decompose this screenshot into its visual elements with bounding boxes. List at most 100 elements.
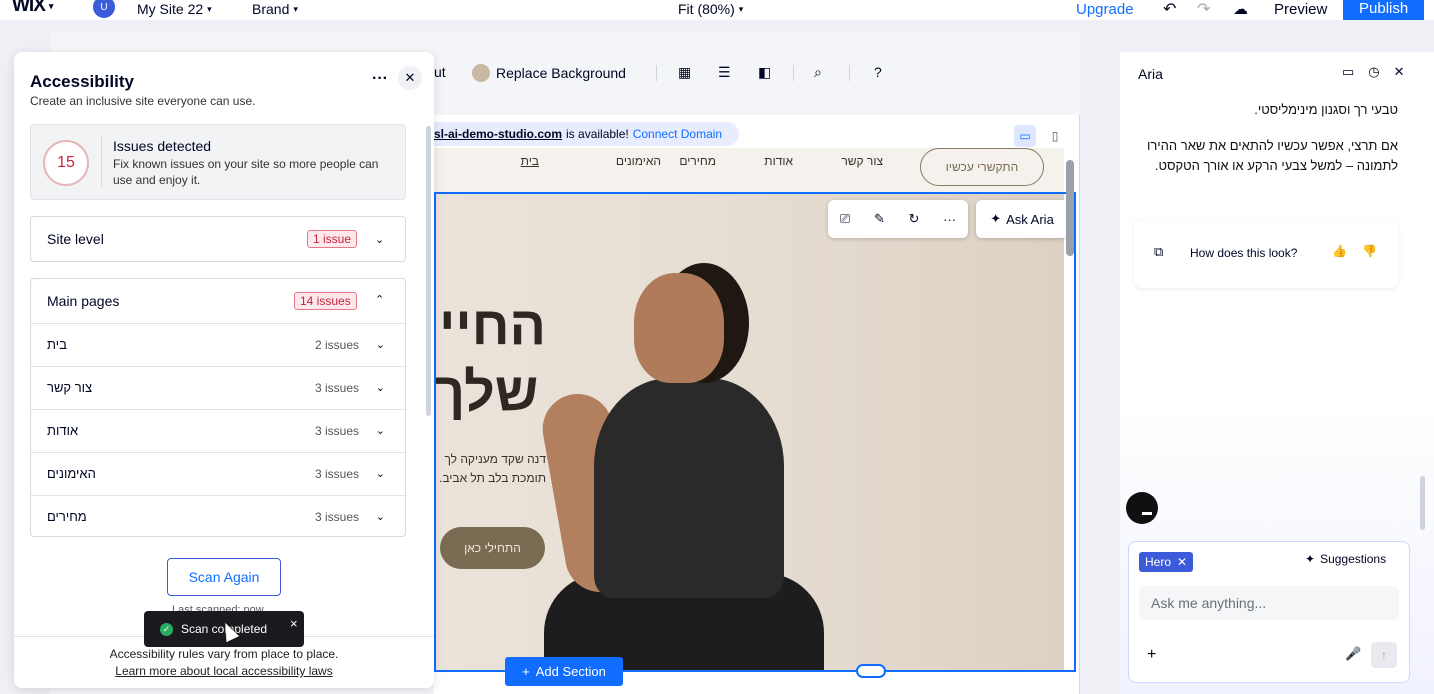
checkmark-icon: ✓ <box>160 622 173 636</box>
divider <box>101 135 102 187</box>
hero-title-line2: שלך <box>434 362 539 422</box>
nav-trainings[interactable]: האימונים <box>616 154 661 168</box>
chevron-down-icon[interactable]: ⌄ <box>375 233 384 246</box>
chevron-down-icon[interactable]: ⌄ <box>376 381 385 394</box>
panel-title: Accessibility <box>30 72 134 91</box>
wix-logo[interactable]: WIX ▾ <box>12 0 53 16</box>
aria-scrollbar[interactable] <box>1420 476 1425 530</box>
zoom-menu[interactable]: Fit (80%) ▾ <box>678 0 743 18</box>
domain-banner: sl-ai-demo-studio.com is available! Conn… <box>434 122 739 146</box>
chevron-up-icon[interactable]: ⌃ <box>375 293 384 306</box>
issues-description: Fix known issues on your site so more pe… <box>113 157 379 187</box>
hero-start-button[interactable]: התחילי כאן <box>440 527 545 569</box>
undo-icon[interactable]: ↶ <box>1163 0 1176 18</box>
send-icon[interactable]: ↑ <box>1371 642 1397 668</box>
chevron-down-icon: ▾ <box>738 3 744 14</box>
chevron-down-icon[interactable]: ⌄ <box>376 424 385 437</box>
context-chip[interactable]: Hero ✕ <box>1139 552 1194 572</box>
history-icon[interactable]: ◷ <box>1368 64 1379 80</box>
nav-contact[interactable]: צור קשר <box>841 154 883 168</box>
toolbar-divider <box>656 65 657 81</box>
page-name: בית <box>47 337 67 352</box>
hero-subtitle[interactable]: דנה שקד מעניקה לך תומכת בלב תל אביב. <box>434 450 546 488</box>
regenerate-icon[interactable]: ↻ <box>909 211 920 227</box>
chat-composer: Hero ✕ ✦ Suggestions + 🎤 ↑ <box>1128 541 1410 683</box>
paint-roller-icon[interactable]: ⎚ <box>840 211 850 227</box>
chevron-down-icon[interactable]: ⌄ <box>376 467 385 480</box>
status-badge: 1 issue <box>307 230 358 248</box>
page-issue-count: 3 issues <box>314 467 359 481</box>
nav-about[interactable]: אודות <box>764 154 793 168</box>
feedback-question: How does this look? <box>1190 246 1298 260</box>
chevron-down-icon: ▾ <box>48 0 53 11</box>
toolbar-divider <box>793 65 794 81</box>
list-item[interactable]: אודות 3 issues ⌄ <box>31 409 405 452</box>
status-badge: 14 issues <box>294 292 357 310</box>
ask-input[interactable] <box>1139 586 1399 620</box>
chevron-down-icon[interactable]: ⌄ <box>376 510 385 523</box>
checker-pattern-icon[interactable]: ▦ <box>678 64 691 81</box>
zoom-label: Fit (80%) <box>678 1 735 17</box>
issues-title: Issues detected <box>113 138 212 154</box>
magic-wand-icon[interactable]: ✎ <box>874 211 885 227</box>
floating-tools: ⎚ ✎ ↻ ··· <box>828 200 968 238</box>
list-item[interactable]: בית 2 issues ⌄ <box>31 323 405 366</box>
mobile-icon[interactable]: ▯ <box>1044 125 1066 147</box>
chevron-down-icon[interactable]: ⌄ <box>376 338 385 351</box>
accessibility-laws-link[interactable]: Learn more about local accessibility law… <box>14 664 434 678</box>
panel-scrollbar[interactable] <box>426 126 431 416</box>
suggestions-label: Suggestions <box>1320 552 1387 566</box>
page-name: צור קשר <box>47 380 93 395</box>
nav-prices[interactable]: מחירים <box>679 154 716 168</box>
brand-menu[interactable]: Brand ▾ <box>252 0 298 18</box>
preview-button[interactable]: Preview <box>1274 0 1327 18</box>
layers-icon[interactable]: ☰ <box>718 64 731 81</box>
close-icon[interactable]: × <box>290 616 298 631</box>
close-icon[interactable]: ✕ <box>398 66 422 90</box>
desktop-icon[interactable]: ▭ <box>1014 125 1036 147</box>
more-options-icon[interactable]: ··· <box>372 70 388 88</box>
aria-header-actions: ▭ ◷ ✕ <box>1342 64 1405 80</box>
page-issue-count: 3 issues <box>314 381 359 395</box>
cta-call-button[interactable]: התקשרי עכשיו <box>920 148 1044 186</box>
site-name-menu[interactable]: My Site 22 ▾ <box>137 0 212 18</box>
plus-icon[interactable]: + <box>1147 646 1156 664</box>
adjust-icon[interactable]: ◧ <box>758 64 771 81</box>
section-resize-handle[interactable] <box>856 664 886 678</box>
nav-home[interactable]: בית <box>521 154 539 168</box>
microphone-icon[interactable]: 🎤 <box>1345 646 1361 662</box>
list-item[interactable]: האימונים 3 issues ⌄ <box>31 452 405 495</box>
thumbs-up-icon[interactable]: 👍 <box>1332 244 1347 258</box>
domain-name[interactable]: sl-ai-demo-studio.com <box>434 127 562 141</box>
thumbs-down-icon[interactable]: 👎 <box>1362 244 1377 258</box>
list-item[interactable]: צור קשר 3 issues ⌄ <box>31 366 405 409</box>
magic-search-icon[interactable]: ⌕ <box>814 64 822 81</box>
connect-domain-link[interactable]: Connect Domain <box>633 127 722 141</box>
domain-available-text: is available! <box>566 127 629 141</box>
add-section-button[interactable]: + Add Section <box>505 657 623 686</box>
close-icon[interactable]: ✕ <box>1394 64 1405 80</box>
list-item[interactable]: מחירים 3 issues ⌄ <box>31 495 405 538</box>
suggestions-button[interactable]: ✦ Suggestions <box>1305 552 1386 566</box>
aria-title: Aria <box>1138 66 1163 82</box>
site-scrollbar[interactable] <box>1066 160 1074 256</box>
cloud-saved-icon[interactable]: ☁ <box>1233 0 1248 18</box>
cut-out-button[interactable]: ut <box>434 64 446 80</box>
more-icon[interactable]: ··· <box>943 212 956 227</box>
hero-image-body <box>594 378 784 598</box>
hero-section[interactable]: החייםשלך דנה שקד מעניקה לך תומכת בלב תל א… <box>434 193 1064 670</box>
help-icon[interactable]: ? <box>874 64 882 80</box>
avatar[interactable]: U <box>93 0 115 18</box>
hero-image-head <box>634 273 724 383</box>
scan-again-button[interactable]: Scan Again <box>167 558 281 596</box>
ask-aria-button[interactable]: ✦ Ask Aria <box>976 200 1068 238</box>
redo-icon[interactable]: ↷ <box>1197 0 1210 18</box>
hero-title[interactable]: החייםשלך <box>434 293 546 425</box>
upgrade-button[interactable]: Upgrade <box>1076 0 1134 18</box>
page-name: אודות <box>47 423 79 438</box>
replace-background-button[interactable]: Replace Background <box>472 64 626 82</box>
site-level-card[interactable]: Site level 1 issue ⌄ <box>30 216 406 262</box>
close-icon[interactable]: ✕ <box>1177 555 1187 569</box>
chat-icon[interactable]: ▭ <box>1342 64 1354 80</box>
publish-button[interactable]: Publish <box>1343 0 1425 20</box>
